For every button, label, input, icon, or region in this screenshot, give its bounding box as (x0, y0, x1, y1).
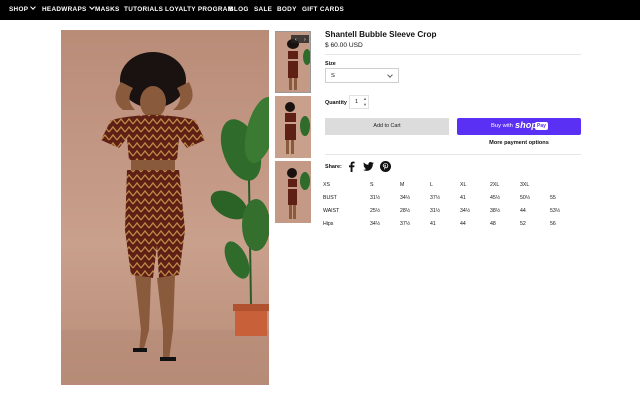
table-cell: 34½ (370, 220, 381, 227)
table-cell: 31½ (370, 194, 381, 201)
share-label: Share: (325, 164, 342, 170)
table-cell: 44 (520, 207, 526, 214)
nav-item-loyalty-program[interactable]: LOYALTY PROGRAM (165, 6, 233, 13)
nav-item-body[interactable]: BODY (277, 6, 297, 13)
nav-item-blog[interactable]: BLOG (229, 6, 249, 13)
nav-label: SHOP (9, 6, 29, 13)
table-cell: 45½ (490, 194, 501, 201)
table-cell: 55 (550, 194, 556, 201)
table-cell: 34½ (460, 207, 471, 214)
shop-pay-badge: Pay (535, 122, 548, 130)
top-nav: SHOP HEADWRAPS MASKS TUTORIALS LOYALTY P… (0, 0, 640, 20)
table-cell: 41 (460, 194, 466, 201)
nav-item-sale[interactable]: SALE (254, 6, 272, 13)
table-cell: 37½ (400, 220, 411, 227)
size-chart-header-cell: XS (323, 181, 330, 188)
thumbnail-1[interactable]: ‹ › (275, 31, 311, 93)
thumbnail-2[interactable] (275, 96, 311, 158)
table-cell: 37½ (430, 194, 441, 201)
nav-item-gift-cards[interactable]: GIFT CARDS (302, 6, 344, 13)
table-cell: 25½ (370, 207, 381, 214)
thumbnail-image (275, 96, 311, 158)
chevron-down-icon (88, 4, 95, 10)
size-chart-header-cell: 3XL (520, 181, 530, 188)
table-cell: 41 (430, 220, 436, 227)
buy-with-label: Buy with (491, 123, 513, 129)
table-cell: 52 (520, 220, 526, 227)
add-to-cart-button[interactable]: Add to Cart (325, 118, 449, 135)
model-photo-illustration (61, 30, 269, 385)
size-chart-header-cell: S (370, 181, 374, 188)
chevron-down-icon (30, 4, 37, 10)
stepper-arrows-icon[interactable]: ▲ ▼ (363, 96, 367, 108)
table-cell: 34½ (400, 194, 411, 201)
table-cell: BUST (323, 194, 337, 201)
product-title: Shantell Bubble Sleeve Crop (325, 30, 437, 39)
quantity-label: Quantity (325, 100, 347, 106)
table-cell: 38½ (490, 207, 501, 214)
facebook-icon[interactable] (347, 161, 356, 172)
table-row: WAIST 25½ 28½ 31½ 34½ 38½ 44 53½ (323, 204, 580, 217)
table-cell: 44 (460, 220, 466, 227)
table-cell: 56 (550, 220, 556, 227)
size-chart-header-row: XS S M L XL 2XL 3XL (323, 178, 580, 191)
nav-item-tutorials[interactable]: TUTORIALS (124, 6, 163, 13)
size-chart-header-cell: XL (460, 181, 467, 188)
nav-item-headwraps[interactable]: HEADWRAPS (42, 4, 95, 13)
table-cell: 48 (490, 220, 496, 227)
table-cell: 28½ (400, 207, 411, 214)
table-row: BUST 31½ 34½ 37½ 41 45½ 50½ 55 (323, 191, 580, 204)
divider (325, 54, 581, 55)
nav-item-shop[interactable]: SHOP (9, 4, 37, 13)
size-chart-header-cell: 2XL (490, 181, 500, 188)
shop-pay-logo-word: shop (515, 120, 537, 130)
table-cell: 50½ (520, 194, 531, 201)
more-payment-options-link[interactable]: More payment options (457, 140, 581, 146)
table-cell: 53½ (550, 207, 561, 214)
product-price: $ 60.00 USD (325, 42, 363, 49)
main-product-image[interactable] (61, 30, 269, 385)
twitter-icon[interactable] (363, 162, 374, 171)
chevron-down-icon (387, 72, 393, 78)
table-cell: Hips (323, 220, 334, 227)
shop-pay-button[interactable]: Buy with shop Pay (457, 118, 581, 135)
size-chart-table: XS S M L XL 2XL 3XL BUST 31½ 34½ 37½ 41 … (323, 178, 580, 230)
table-cell: WAIST (323, 207, 340, 214)
thumbnail-3[interactable] (275, 161, 311, 223)
table-row: Hips 34½ 37½ 41 44 48 52 56 (323, 217, 580, 230)
size-chart-header-cell (550, 178, 580, 191)
table-cell: 31½ (430, 207, 441, 214)
size-select-value: S (331, 73, 335, 79)
nav-label: HEADWRAPS (42, 6, 87, 13)
quantity-value: 1 (355, 99, 359, 105)
pinterest-icon[interactable] (380, 161, 391, 172)
size-chart-header-cell: M (400, 181, 405, 188)
thumbnail-image: ‹ › (276, 32, 310, 92)
size-select[interactable]: S (325, 68, 399, 83)
nav-item-masks[interactable]: MASKS (95, 6, 120, 13)
thumbnail-image (275, 161, 311, 223)
size-label: Size (325, 61, 336, 67)
quantity-stepper[interactable]: 1 ▲ ▼ (349, 95, 369, 109)
divider (325, 154, 581, 155)
size-chart-header-cell: L (430, 181, 433, 188)
